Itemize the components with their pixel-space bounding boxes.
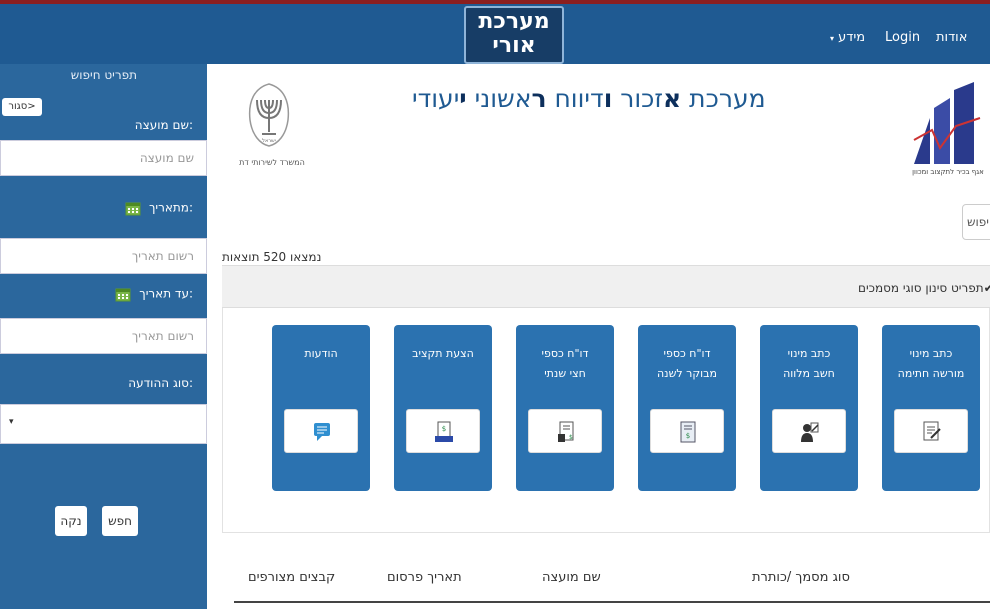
message-type-select[interactable]: ▾ (0, 404, 207, 444)
message-type-label: סוג ההודעה: (128, 376, 193, 390)
from-date-input[interactable]: רשום תאריך (0, 238, 207, 274)
column-publish-date[interactable]: תאריך פרסום (387, 570, 462, 585)
annual-report-icon: $ (680, 421, 696, 443)
search-input[interactable]: חיפוש (962, 204, 990, 240)
card-signatory-appointment[interactable]: כתב מינוי מורשה חתימה (882, 325, 980, 491)
chevron-down-icon: ▾ (9, 417, 14, 427)
to-date-label: עד תאריך: (139, 286, 193, 301)
signature-doc-icon (923, 421, 941, 441)
brand-line-1: מערכת (478, 9, 550, 34)
nav-about-link[interactable]: אודות (936, 30, 967, 45)
title-part-4: יעודי (412, 84, 460, 113)
check-icon: ✔ (983, 281, 990, 295)
card-icon-box (284, 409, 358, 453)
brand-logo[interactable]: מערכת אורי (464, 6, 564, 64)
council-input[interactable]: שם מועצה (0, 140, 207, 176)
filter-label: תפריט סינון סוגי מסמכים (858, 281, 984, 295)
sidebar-title: תפריט חיפוש (70, 68, 137, 82)
svg-text:$: $ (569, 434, 573, 441)
search-sidebar: תפריט חיפוש סגור> שם מועצה: שם מועצה מתא… (0, 64, 207, 609)
document-filter-toggle[interactable]: תפריט סינון סוגי מסמכים✔ (222, 265, 990, 308)
svg-text:$: $ (442, 425, 446, 433)
title-letter-3: ר (531, 84, 547, 113)
title-part-1: זכור (612, 84, 664, 113)
card-subtitle: מבוקר לשנה (657, 367, 717, 380)
card-messages[interactable]: הודעות (272, 325, 370, 491)
svg-text:$: $ (686, 432, 690, 440)
ministry-caption: המשרד לשירותי דת (239, 158, 305, 167)
card-title: הודעות (304, 347, 338, 360)
council-label: שם מועצה: (134, 118, 193, 132)
app-root: { "nav": { "brand_line1": "מערכת", "bran… (0, 0, 990, 609)
clear-button[interactable]: נקה (55, 506, 87, 536)
search-button[interactable]: חפש (102, 506, 138, 536)
division-caption: אגף בכיר לתקצוב ומכוון (912, 168, 984, 176)
title-part-3: אשוני (466, 84, 532, 113)
to-date-label-row: עד תאריך: (111, 286, 193, 302)
from-date-label: מתאריך: (148, 200, 193, 215)
card-icon-box (894, 409, 968, 453)
messages-icon (314, 423, 330, 441)
semiannual-report-icon: $ (558, 421, 574, 442)
budget-proposal-icon: $ (435, 421, 453, 442)
title-part-2: דיווח (546, 84, 604, 113)
column-attachments[interactable]: קבצים מצורפים (248, 570, 335, 585)
results-count: נמצאו 520 תוצאות (222, 250, 322, 264)
card-budget-proposal[interactable]: הצעת תקציב $ (394, 325, 492, 491)
card-subtitle: חצי שנתי (544, 367, 586, 380)
card-title: דו"ח כספי (541, 347, 589, 360)
column-doc-type[interactable]: סוג מסמך /כותרת (752, 570, 850, 585)
card-semiannual-report[interactable]: דו"ח כספי חצי שנתי $ (516, 325, 614, 491)
title-letter-1: א (663, 84, 682, 113)
card-audited-annual-report[interactable]: דו"ח כספי מבוקר לשנה $ (638, 325, 736, 491)
card-icon-box (772, 409, 846, 453)
nav-info-caret: ▾ (830, 34, 835, 43)
from-date-label-row: מתאריך: (121, 200, 193, 216)
title-prefix: מערכת (681, 84, 766, 113)
card-title: דו"ח כספי (663, 347, 711, 360)
card-title: הצעת תקציב (412, 347, 474, 360)
nav-info-label: מידע (838, 30, 866, 45)
emblem-label: ישראל (262, 138, 276, 144)
card-icon-box: $ (650, 409, 724, 453)
card-title: כתב מינוי (787, 347, 831, 360)
budget-division-logo-icon (913, 82, 981, 164)
card-subtitle: חשב מלווה (783, 367, 835, 380)
column-council[interactable]: שם מועצה (542, 570, 601, 585)
site-title: מערכת אזכור ודיווח ראשוני ייעודי (412, 84, 766, 113)
nav-info-dropdown[interactable]: ▾ מידע (827, 30, 865, 45)
nav-login-link[interactable]: Login (885, 30, 920, 45)
card-icon-box: $ (528, 409, 602, 453)
to-date-input[interactable]: רשום תאריך (0, 318, 207, 354)
filter-label-row: תפריט סינון סוגי מסמכים✔ (858, 281, 990, 295)
card-icon-box: $ (406, 409, 480, 453)
sidebar-collapse-button[interactable]: סגור> (2, 98, 42, 116)
accountant-icon (801, 422, 819, 442)
calendar-icon[interactable] (125, 200, 141, 216)
title-letter-4: י (459, 84, 467, 113)
calendar-icon[interactable] (115, 286, 131, 302)
card-title: כתב מינוי (909, 347, 953, 360)
brand-line-2: אורי (492, 33, 536, 58)
top-navbar: מערכת אורי אודות Login ▾ מידע (0, 0, 990, 64)
card-subtitle: מורשה חתימה (897, 367, 965, 380)
state-emblem-icon: ישראל (248, 83, 290, 147)
table-header-divider (234, 601, 990, 603)
title-letter-2: ו (603, 84, 613, 113)
card-accountant-appointment[interactable]: כתב מינוי חשב מלווה (760, 325, 858, 491)
